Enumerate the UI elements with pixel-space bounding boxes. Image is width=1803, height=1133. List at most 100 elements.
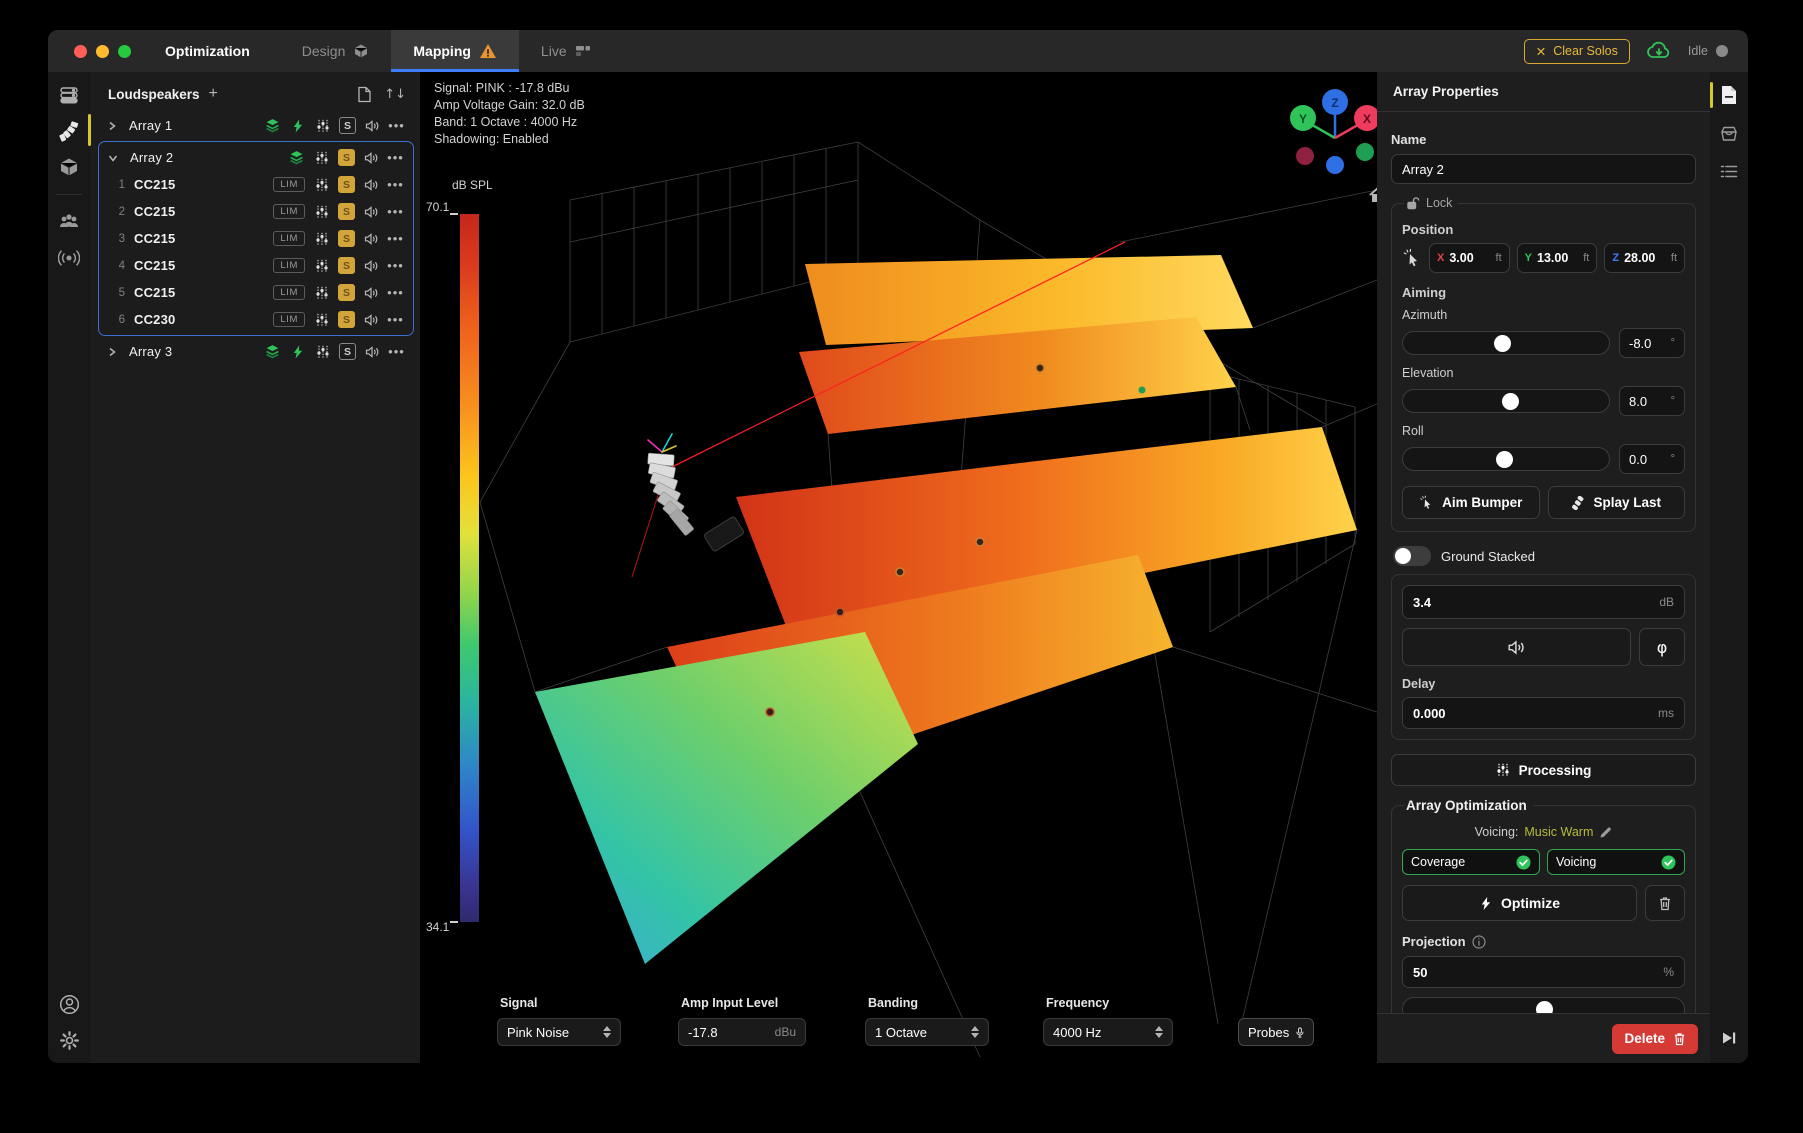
- tab-live[interactable]: Live: [519, 30, 613, 72]
- info-icon[interactable]: [1472, 935, 1486, 949]
- phase-invert-button[interactable]: φ: [1639, 628, 1685, 666]
- mapping-3d-viewport[interactable]: Signal: PINK : -17.8 dBu Amp Voltage Gai…: [420, 72, 1377, 1063]
- projection-slider-thumb[interactable]: [1536, 1001, 1553, 1014]
- elevation-slider[interactable]: [1402, 389, 1610, 413]
- processing-sliders-icon[interactable]: [316, 345, 330, 359]
- more-options-icon[interactable]: •••: [385, 118, 410, 133]
- solo-badge[interactable]: S: [339, 343, 356, 360]
- roll-value-field[interactable]: 0.0 °: [1619, 444, 1685, 474]
- delete-array-button[interactable]: Delete: [1612, 1024, 1698, 1054]
- azimuth-slider[interactable]: [1402, 331, 1610, 355]
- settings-gear-icon[interactable]: [58, 1029, 80, 1051]
- speaker-row[interactable]: 6 CC230 LIM S •••: [99, 306, 413, 333]
- ground-stacked-toggle[interactable]: [1393, 546, 1431, 566]
- speaker-icon[interactable]: [364, 205, 379, 219]
- solo-badge-active[interactable]: S: [338, 284, 355, 301]
- aim-bumper-button[interactable]: Aim Bumper: [1402, 486, 1540, 519]
- speaker-icon[interactable]: [364, 313, 379, 327]
- splay-last-button[interactable]: Splay Last: [1548, 486, 1686, 519]
- list-view-icon[interactable]: [1718, 160, 1740, 182]
- unlock-icon[interactable]: [1406, 196, 1420, 210]
- roll-slider-thumb[interactable]: [1496, 451, 1513, 468]
- position-x-field[interactable]: X 3.00 ft: [1429, 243, 1510, 273]
- more-options-icon[interactable]: •••: [384, 258, 409, 273]
- array-gain-field[interactable]: 3.4 dB: [1402, 585, 1685, 619]
- processing-sliders-icon[interactable]: [315, 205, 329, 219]
- zoom-window-button[interactable]: [118, 45, 131, 58]
- tree-row-array1[interactable]: Array 1 S •••: [90, 112, 420, 139]
- close-window-button[interactable]: [74, 45, 87, 58]
- roll-slider[interactable]: [1402, 447, 1610, 471]
- processing-sliders-icon[interactable]: [316, 119, 330, 133]
- speaker-row[interactable]: 5 CC215 LIM S •••: [99, 279, 413, 306]
- signal-select[interactable]: Pink Noise: [497, 1018, 621, 1046]
- tab-design[interactable]: Design: [280, 30, 392, 72]
- speaker-row[interactable]: 3 CC215 LIM S •••: [99, 225, 413, 252]
- azimuth-slider-thumb[interactable]: [1494, 335, 1511, 352]
- probes-button[interactable]: Probes: [1238, 1018, 1314, 1046]
- solo-badge-active[interactable]: S: [338, 311, 355, 328]
- chevron-down-icon[interactable]: [108, 153, 118, 163]
- properties-doc-icon[interactable]: [1718, 84, 1740, 106]
- more-options-icon[interactable]: •••: [384, 150, 409, 165]
- sort-icon[interactable]: ↑↓: [384, 87, 406, 102]
- solo-badge-active[interactable]: S: [338, 257, 355, 274]
- solo-badge-active[interactable]: S: [338, 230, 355, 247]
- pick-position-icon[interactable]: [1402, 248, 1422, 268]
- speaker-icon[interactable]: [365, 345, 380, 359]
- add-loudspeaker-button[interactable]: +: [209, 85, 218, 103]
- solo-badge-active[interactable]: S: [338, 149, 355, 166]
- elevation-value-field[interactable]: 8.0 °: [1619, 386, 1685, 416]
- play-to-end-icon[interactable]: [1718, 1027, 1740, 1049]
- position-z-field[interactable]: Z 28.00 ft: [1604, 243, 1685, 273]
- speaker-icon[interactable]: [364, 259, 379, 273]
- azimuth-value-field[interactable]: -8.0 °: [1619, 328, 1685, 358]
- speaker-icon[interactable]: [364, 151, 379, 165]
- more-options-icon[interactable]: •••: [384, 285, 409, 300]
- more-options-icon[interactable]: •••: [384, 231, 409, 246]
- tree-row-array2[interactable]: Array 2 S •••: [99, 144, 413, 171]
- processing-sliders-icon[interactable]: [315, 286, 329, 300]
- processing-sliders-icon[interactable]: [315, 232, 329, 246]
- document-icon[interactable]: [357, 86, 372, 103]
- speaker-icon[interactable]: [365, 119, 380, 133]
- 3d-venue-icon[interactable]: [58, 156, 80, 178]
- clear-solos-button[interactable]: ✕ Clear Solos: [1524, 39, 1630, 64]
- mute-button[interactable]: [1402, 628, 1631, 666]
- banding-select[interactable]: 1 Octave: [865, 1018, 989, 1046]
- tab-mapping[interactable]: Mapping: [391, 30, 519, 72]
- voicing-chip[interactable]: Voicing: [1547, 849, 1685, 875]
- solo-badge[interactable]: S: [339, 117, 356, 134]
- coverage-chip[interactable]: Coverage: [1402, 849, 1540, 875]
- more-options-icon[interactable]: •••: [384, 312, 409, 327]
- clear-optimization-button[interactable]: [1645, 885, 1685, 921]
- processing-sliders-icon[interactable]: [315, 151, 329, 165]
- orientation-gizmo[interactable]: Z Y X: [1275, 80, 1377, 210]
- optimize-button[interactable]: Optimize: [1402, 885, 1637, 921]
- chevron-right-icon[interactable]: [107, 121, 117, 131]
- solo-badge-active[interactable]: S: [338, 203, 355, 220]
- processing-button[interactable]: Processing: [1391, 754, 1696, 786]
- speaker-row[interactable]: 4 CC215 LIM S •••: [99, 252, 413, 279]
- frequency-select[interactable]: 4000 Hz: [1043, 1018, 1173, 1046]
- array-name-input[interactable]: Array 2: [1391, 154, 1696, 184]
- archive-box-icon[interactable]: [1718, 122, 1740, 144]
- speaker-icon[interactable]: [364, 232, 379, 246]
- audience-icon[interactable]: [58, 211, 80, 233]
- loudspeaker-array-icon[interactable]: [58, 120, 80, 142]
- processing-sliders-icon[interactable]: [315, 178, 329, 192]
- amp-input-field[interactable]: -17.8 dBu: [678, 1018, 806, 1046]
- speaker-icon[interactable]: [364, 286, 379, 300]
- more-options-icon[interactable]: •••: [384, 204, 409, 219]
- projection-slider[interactable]: [1402, 997, 1685, 1013]
- cloud-download-icon[interactable]: [1646, 41, 1672, 61]
- more-options-icon[interactable]: •••: [384, 177, 409, 192]
- tree-row-array3[interactable]: Array 3 S •••: [90, 338, 420, 365]
- user-account-icon[interactable]: [58, 993, 80, 1015]
- speaker-row[interactable]: 1 CC215 LIM S •••: [99, 171, 413, 198]
- position-y-field[interactable]: Y 13.00 ft: [1517, 243, 1598, 273]
- speaker-icon[interactable]: [364, 178, 379, 192]
- processing-sliders-icon[interactable]: [315, 259, 329, 273]
- delay-field[interactable]: 0.000 ms: [1402, 697, 1685, 729]
- minimize-window-button[interactable]: [96, 45, 109, 58]
